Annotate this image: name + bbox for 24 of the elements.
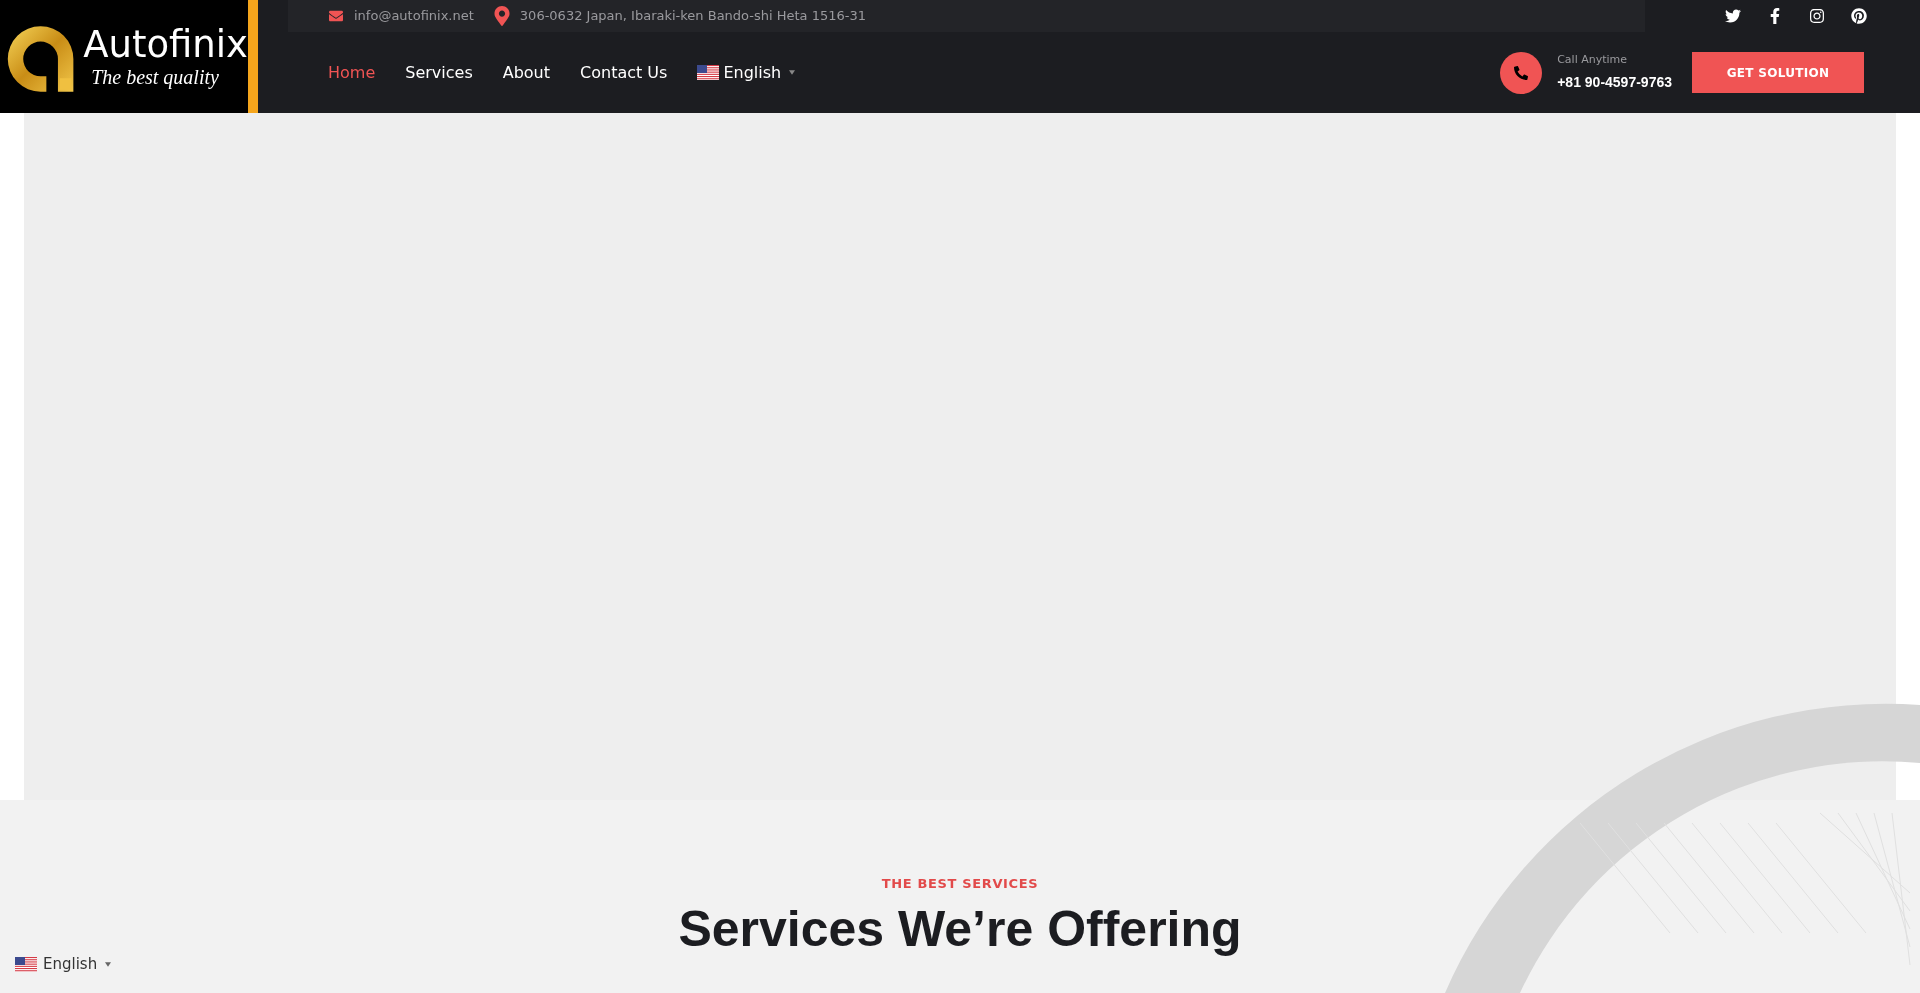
- location-pin-icon: [493, 6, 510, 26]
- flag-icon: [697, 65, 720, 80]
- nav-link[interactable]: Contact Us: [580, 60, 668, 85]
- caret-icon: [789, 70, 796, 75]
- instagram-icon[interactable]: [1809, 8, 1825, 24]
- language-switcher[interactable]: English: [15, 953, 112, 976]
- language-selector[interactable]: English: [697, 60, 796, 85]
- nav-link[interactable]: About: [502, 60, 551, 85]
- logo-name: Autofinix: [83, 26, 248, 63]
- caret-icon: [105, 961, 112, 967]
- nav-link[interactable]: Services: [405, 60, 473, 85]
- call-label: Call Anytime: [1557, 52, 1629, 69]
- section-heading: Services We’re Offering: [678, 899, 1242, 959]
- email-text[interactable]: info@autofinix.net: [354, 6, 474, 26]
- twitter-icon[interactable]: [1725, 8, 1741, 24]
- nav-link[interactable]: Home: [328, 60, 376, 85]
- phone-number: +81 90-4597-9763: [1557, 72, 1672, 92]
- section-eyebrow: THE BEST SERVICES: [881, 875, 1039, 893]
- logo-tagline: The best quality: [91, 67, 220, 87]
- flag-icon: [15, 956, 37, 972]
- envelope-icon: [328, 9, 344, 23]
- pinterest-icon[interactable]: [1851, 8, 1867, 24]
- address-text: 306-0632 Japan, Ibaraki-ken Bando-shi Heta 1516-31: [519, 7, 867, 26]
- phone-icon: [1500, 51, 1543, 94]
